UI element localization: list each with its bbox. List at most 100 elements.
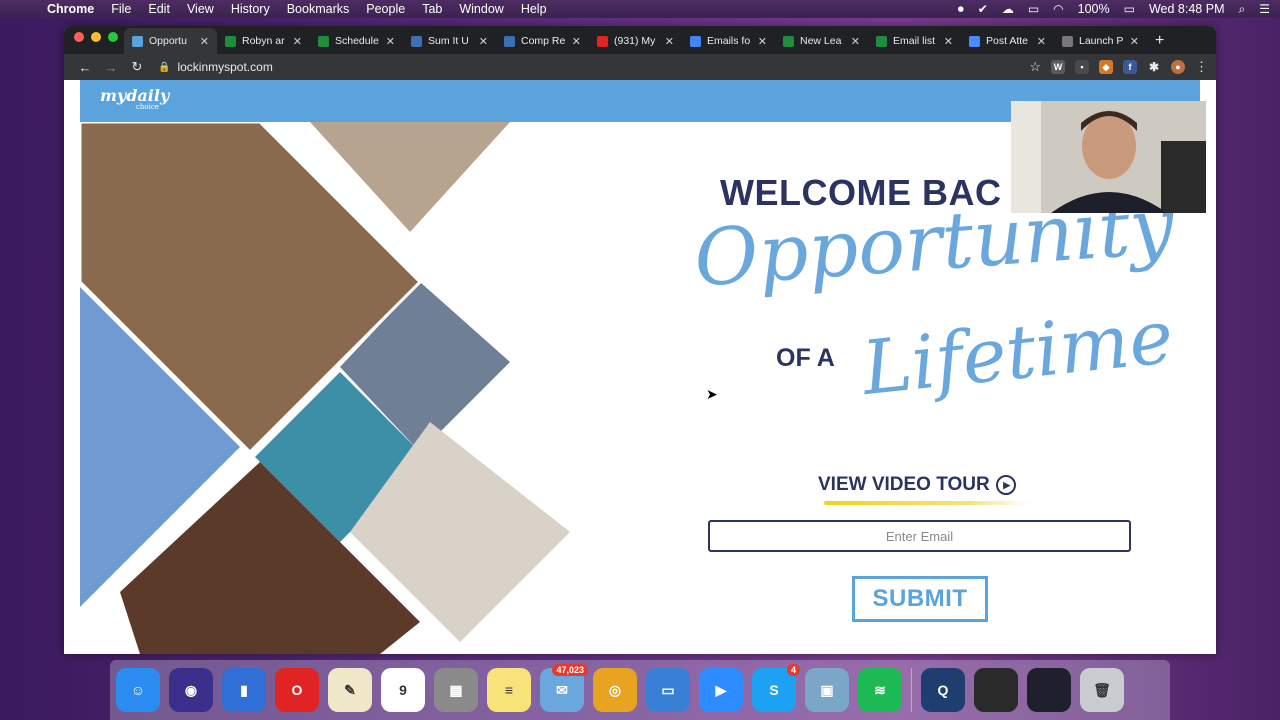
forward-arrow-icon[interactable]: → xyxy=(98,60,124,75)
tabs: Opportu ✕ Robyn ar ✕ Schedule ✕ Sum It U ✕ Comp … xyxy=(124,28,1147,54)
mouse-pointer-icon: ➤ xyxy=(706,386,718,402)
bookmark-star-icon[interactable]: ☆ xyxy=(1029,59,1041,75)
browser-tab[interactable]: Robyn ar ✕ xyxy=(217,28,310,54)
menu-file[interactable]: File xyxy=(111,2,131,16)
tab-close-icon[interactable]: ✕ xyxy=(665,35,674,48)
tab-close-icon[interactable]: ✕ xyxy=(200,35,209,48)
tab-favicon-icon xyxy=(969,35,980,47)
email-input[interactable] xyxy=(708,520,1131,552)
new-tab-button[interactable]: + xyxy=(1147,32,1172,54)
battery-percent[interactable]: 100% xyxy=(1078,2,1110,16)
zoom-window-button[interactable] xyxy=(108,32,118,42)
browser-tab[interactable]: Emails fo ✕ xyxy=(682,28,775,54)
menu-history[interactable]: History xyxy=(231,2,270,16)
profile-avatar[interactable]: ● xyxy=(1171,60,1185,74)
airplay-icon[interactable]: ▭ xyxy=(1028,2,1039,16)
menu-people[interactable]: People xyxy=(366,2,405,16)
browser-toolbar: ← → ↻ 🔒 lockinmyspot.com ☆ W ▪ ◆ f ✱ ● ⋮ xyxy=(64,54,1216,80)
menu-help[interactable]: Help xyxy=(521,2,547,16)
menu-window[interactable]: Window xyxy=(459,2,503,16)
menu-items: File Edit View History Bookmarks People Tab Win… xyxy=(111,2,563,16)
dock-skype-icon[interactable]: S4 xyxy=(752,664,800,712)
menu-tab[interactable]: Tab xyxy=(422,2,442,16)
tab-label: New Lea xyxy=(800,35,842,47)
browser-tab[interactable]: (931) My ✕ xyxy=(589,28,682,54)
extension-fox-icon[interactable]: ◆ xyxy=(1099,60,1113,74)
close-window-button[interactable] xyxy=(74,32,84,42)
menubar-clock[interactable]: Wed 8:48 PM xyxy=(1149,2,1225,16)
window-controls xyxy=(74,32,118,42)
tab-close-icon[interactable]: ✕ xyxy=(1130,35,1139,48)
wifi-icon[interactable]: ◠ xyxy=(1053,2,1063,16)
dock-zoom-icon[interactable]: ▶ xyxy=(699,668,743,712)
address-bar[interactable]: 🔒 lockinmyspot.com xyxy=(158,60,273,74)
tab-close-icon[interactable]: ✕ xyxy=(572,35,581,48)
dock-chrome-icon[interactable]: ◎ xyxy=(593,668,637,712)
dock-trash-icon[interactable]: 🗑 xyxy=(1080,668,1124,712)
tab-close-icon[interactable]: ✕ xyxy=(293,35,302,48)
extension-gray-icon[interactable]: ▪ xyxy=(1075,60,1089,74)
browser-tab[interactable]: Post Atte ✕ xyxy=(961,28,1054,54)
play-circle-icon: ▶ xyxy=(995,475,1016,495)
dock-window-thumb-1-icon[interactable] xyxy=(974,668,1018,712)
menu-app-name[interactable]: Chrome xyxy=(47,2,94,16)
dock-mail-icon[interactable]: ✉ 47,023 xyxy=(540,664,588,712)
extension-facebook-icon[interactable]: f xyxy=(1123,60,1137,74)
search-icon[interactable]: ⌕ xyxy=(1239,2,1246,17)
tab-label: Launch P xyxy=(1079,35,1124,47)
dock-preview-icon[interactable]: ▣ xyxy=(805,668,849,712)
record-icon[interactable]: ⏺ xyxy=(958,2,964,17)
url-text[interactable]: lockinmyspot.com xyxy=(177,60,272,74)
dock-textedit-icon[interactable]: ✎ xyxy=(328,668,372,712)
site-logo[interactable]: mydaily choice xyxy=(100,86,169,111)
tab-favicon-icon xyxy=(1062,35,1073,47)
menubar-status: ⏺ ✔ ☁ ▭ ◠ 100% ▭ Wed 8:48 PM ⌕ ☰ xyxy=(958,2,1270,17)
dock-notes-icon[interactable]: ≡ xyxy=(487,668,531,712)
tab-label: Emails fo xyxy=(707,35,751,47)
browser-tab[interactable]: Opportu ✕ xyxy=(124,28,217,54)
battery-icon[interactable]: ▭ xyxy=(1124,2,1135,16)
check-icon[interactable]: ✔ xyxy=(978,2,988,16)
menu-view[interactable]: View xyxy=(187,2,214,16)
dock-finder-icon[interactable]: ☺ xyxy=(116,668,160,712)
tab-close-icon[interactable]: ✕ xyxy=(386,35,395,48)
menu-bookmarks[interactable]: Bookmarks xyxy=(287,2,350,16)
dock-numbers-icon[interactable]: ▮ xyxy=(222,668,266,712)
tab-favicon-icon xyxy=(318,35,329,47)
extension-w-icon[interactable]: W xyxy=(1051,60,1065,74)
dock-siri-icon[interactable]: ◉ xyxy=(169,668,213,712)
dock-calculator-icon[interactable]: ▦ xyxy=(434,668,478,712)
tab-close-icon[interactable]: ✕ xyxy=(758,35,767,48)
browser-tab[interactable]: New Lea ✕ xyxy=(775,28,868,54)
tab-close-icon[interactable]: ✕ xyxy=(479,35,488,48)
lifetime-script-text: Lifetime xyxy=(858,293,1178,413)
tab-favicon-icon xyxy=(132,35,143,47)
tab-label: Sum It U xyxy=(428,35,469,47)
extensions-puzzle-icon[interactable]: ✱ xyxy=(1147,60,1161,74)
browser-tab[interactable]: Sum It U ✕ xyxy=(403,28,496,54)
dock-spotify-icon[interactable]: ≋ xyxy=(858,668,902,712)
browser-tab[interactable]: Launch P ✕ xyxy=(1054,28,1147,54)
view-video-tour-link[interactable]: VIEW VIDEO TOUR ▶ xyxy=(818,474,1016,496)
dock-window-thumb-2-icon[interactable] xyxy=(1027,668,1071,712)
menu-edit[interactable]: Edit xyxy=(148,2,170,16)
chrome-menu-icon[interactable]: ⋮ xyxy=(1195,59,1208,75)
tab-close-icon[interactable]: ✕ xyxy=(1037,35,1046,48)
dock-quicktime-icon[interactable]: Q xyxy=(921,668,965,712)
back-arrow-icon[interactable]: ← xyxy=(72,60,98,75)
dock-calendar-icon[interactable]: 9 xyxy=(381,668,425,712)
tab-close-icon[interactable]: ✕ xyxy=(851,35,860,48)
browser-tab[interactable]: Email list ✕ xyxy=(868,28,961,54)
browser-tab[interactable]: Schedule ✕ xyxy=(310,28,403,54)
tab-close-icon[interactable]: ✕ xyxy=(944,35,953,48)
minimize-window-button[interactable] xyxy=(91,32,101,42)
submit-button[interactable]: SUBMIT xyxy=(852,576,988,622)
cloud-icon[interactable]: ☁ xyxy=(1002,2,1014,16)
lock-icon[interactable]: 🔒 xyxy=(158,62,170,73)
browser-tab[interactable]: Comp Re ✕ xyxy=(496,28,589,54)
tab-favicon-icon xyxy=(225,35,236,47)
dock-keynote-icon[interactable]: ▭ xyxy=(646,668,690,712)
notification-center-icon[interactable]: ☰ xyxy=(1259,2,1270,16)
dock-opera-icon[interactable]: O xyxy=(275,668,319,712)
reload-icon[interactable]: ↻ xyxy=(124,59,150,75)
